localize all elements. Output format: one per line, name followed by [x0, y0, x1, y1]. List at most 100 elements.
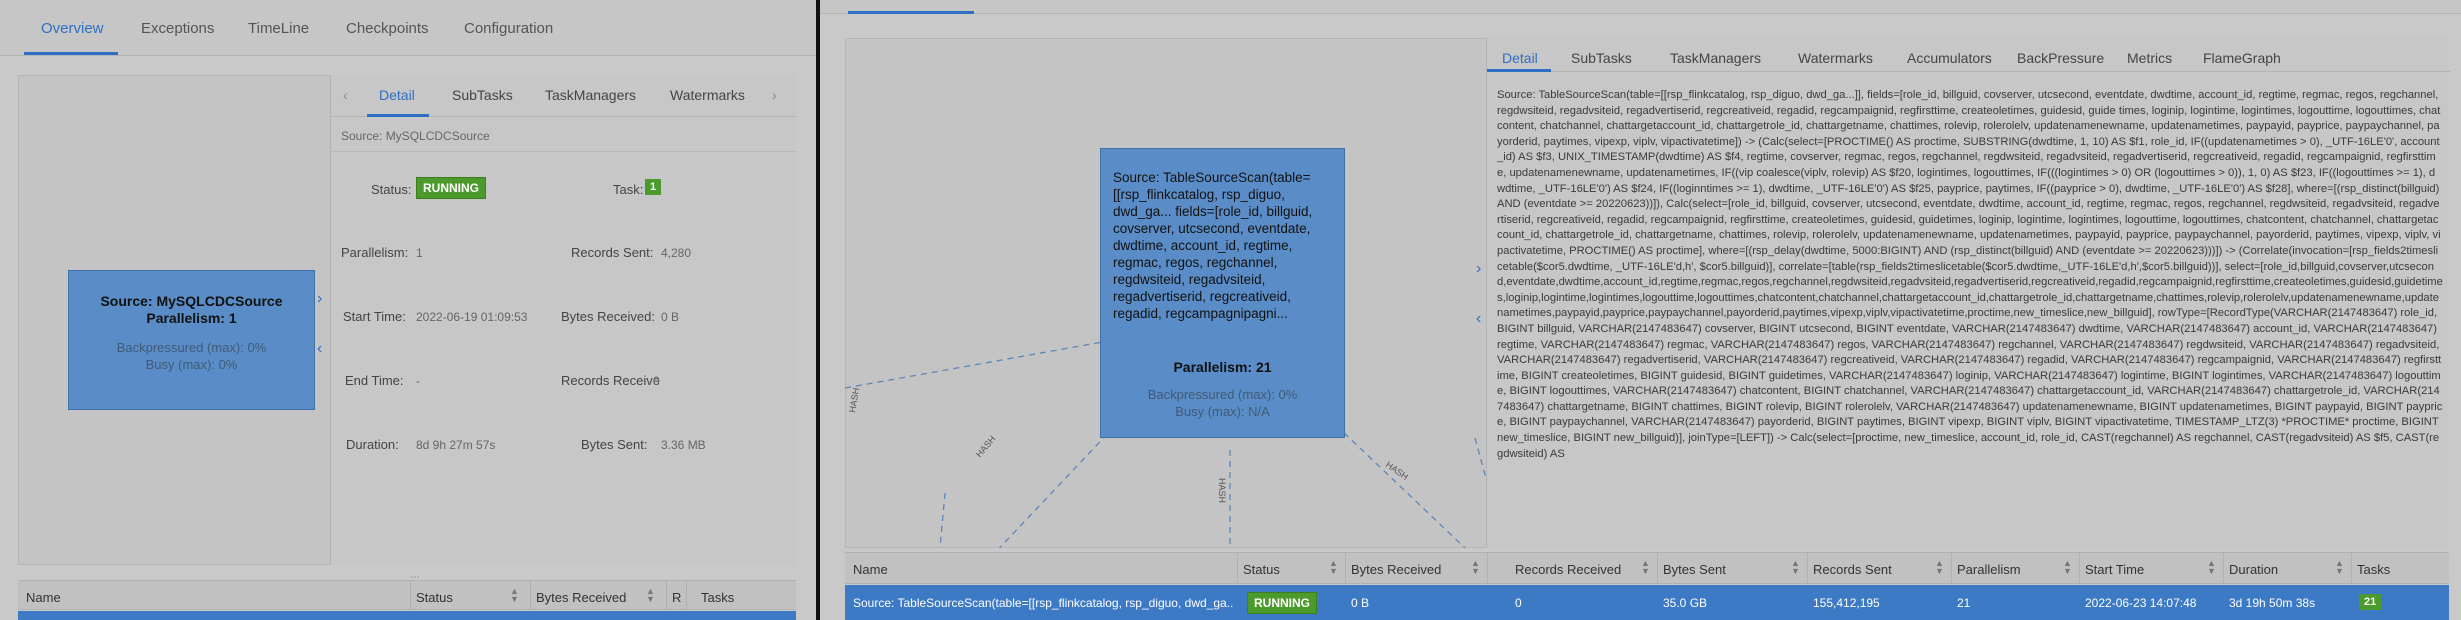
bytes-sent-label: Bytes Sent: — [581, 437, 648, 452]
col-duration[interactable]: Duration — [2229, 562, 2278, 577]
col-start-time[interactable]: Start Time — [2085, 562, 2144, 577]
tab-detail[interactable]: Detail — [1502, 50, 1538, 66]
table-row[interactable]: Source: TableSourceScan(table=[[rsp_flin… — [845, 585, 2449, 620]
end-time-value: - — [416, 374, 420, 388]
collapse-chevron-icon[interactable]: › — [317, 290, 322, 308]
active-subtab-indicator — [1487, 69, 1551, 72]
node-parallelism: Parallelism: 21 — [1173, 359, 1272, 375]
tab-flamegraph[interactable]: FlameGraph — [2203, 50, 2281, 66]
tab-taskmanagers[interactable]: TaskManagers — [1670, 50, 1761, 66]
row-bytes-sent: 35.0 GB — [1663, 596, 1708, 610]
tab-configuration[interactable]: Configuration — [464, 20, 553, 37]
col-bytes-received[interactable]: Bytes Received — [1351, 562, 1441, 577]
column-separator — [1807, 553, 1808, 583]
selected-row[interactable] — [18, 611, 796, 620]
row-duration: 3d 19h 50m 38s — [2229, 596, 2316, 610]
source-label: Source: MySQLCDCSource — [341, 129, 490, 143]
col-status[interactable]: Status — [416, 590, 453, 605]
graph-node-tablesourcescan[interactable]: Source: TableSourceScan(table=[[rsp_flin… — [1100, 148, 1345, 438]
edge-label: HASH — [974, 434, 998, 460]
sort-icon[interactable]: ▲ ▼ — [1329, 559, 1338, 576]
row-records-sent: 155,412,195 — [1813, 596, 1880, 610]
col-status[interactable]: Status — [1243, 562, 1280, 577]
row-start-time: 2022-06-23 14:07:48 — [2085, 596, 2197, 610]
graph-node-mysqlcdcsource[interactable]: Source: MySQLCDCSource Parallelism: 1 Ba… — [68, 270, 315, 410]
start-time-label: Start Time: — [343, 309, 406, 324]
col-bytes-sent[interactable]: Bytes Sent — [1663, 562, 1726, 577]
col-records-received[interactable]: R — [672, 590, 681, 605]
column-separator — [686, 581, 687, 609]
edge-label: HASH — [1217, 478, 1227, 503]
records-sent-value: 4,280 — [661, 246, 692, 260]
sort-icon[interactable]: ▲ ▼ — [2207, 559, 2216, 576]
tabs-scroll-left-icon[interactable]: ‹ — [343, 87, 348, 103]
active-tab-indicator — [848, 11, 974, 14]
tab-subtasks[interactable]: SubTasks — [452, 87, 513, 103]
column-separator — [1487, 553, 1488, 583]
collapse-chevron-icon[interactable]: › — [1476, 260, 1481, 278]
duration-value: 8d 9h 27m 57s — [416, 438, 496, 452]
col-records-sent[interactable]: Records Sent — [1813, 562, 1892, 577]
node-busy: Busy (max): N/A — [1175, 404, 1270, 419]
tasks-badge: 21 — [2359, 594, 2382, 610]
col-name[interactable]: Name — [26, 590, 61, 605]
tab-accumulators[interactable]: Accumulators — [1907, 50, 1992, 66]
sort-icon[interactable]: ▲ ▼ — [2063, 559, 2072, 576]
sort-icon[interactable]: ▲ ▼ — [646, 587, 655, 604]
col-records-received[interactable]: Records Received — [1515, 562, 1621, 577]
end-time-label: End Time: — [345, 373, 404, 388]
column-separator — [1657, 553, 1658, 583]
sort-icon[interactable]: ▲ ▼ — [1471, 559, 1480, 576]
edge-line — [845, 337, 1126, 389]
bytes-received-value: 0 B — [661, 310, 680, 324]
tab-exceptions[interactable]: Exceptions — [141, 20, 214, 37]
sort-icon[interactable]: ▲ ▼ — [1641, 559, 1650, 576]
node-title: Source: MySQLCDCSource — [100, 293, 283, 309]
row-records-received: 0 — [1515, 596, 1522, 610]
detail-tabs: ‹ Detail SubTasks TaskManagers Watermark… — [331, 75, 797, 117]
expand-chevron-icon[interactable]: ‹ — [317, 340, 322, 358]
col-parallelism[interactable]: Parallelism — [1957, 562, 2021, 577]
sort-icon[interactable]: ▲ ▼ — [510, 587, 519, 604]
column-separator — [1345, 553, 1346, 583]
column-separator — [2223, 553, 2224, 583]
col-bytes-received[interactable]: Bytes Received — [536, 590, 626, 605]
col-tasks[interactable]: Tasks — [2357, 562, 2390, 577]
expand-chevron-icon[interactable]: ‹ — [1476, 310, 1481, 328]
active-tab-indicator — [24, 52, 118, 55]
tabs-scroll-right-icon[interactable]: › — [772, 87, 777, 103]
tab-watermarks[interactable]: Watermarks — [670, 87, 745, 103]
parallelism-label: Parallelism: — [341, 245, 409, 260]
column-separator — [1237, 553, 1238, 583]
sort-icon[interactable]: ▲ ▼ — [2335, 559, 2344, 576]
bytes-sent-value: 3.36 MB — [661, 438, 706, 452]
left-window: Overview Exceptions TimeLine Checkpoints… — [0, 0, 816, 620]
detail-drawer: Detail SubTasks TaskManagers Watermarks … — [1486, 38, 2450, 548]
col-tasks[interactable]: Tasks — [701, 590, 734, 605]
column-separator — [2351, 553, 2352, 583]
tab-watermarks[interactable]: Watermarks — [1798, 50, 1873, 66]
sort-icon[interactable]: ▲ ▼ — [1791, 559, 1800, 576]
tab-checkpoints[interactable]: Checkpoints — [346, 20, 429, 37]
vertices-table-header: Name Status ▲ ▼ Bytes Received ▲ ▼ R Tasks — [18, 580, 796, 610]
tab-timeline[interactable]: TimeLine — [248, 20, 309, 37]
node-backpressured: Backpressured (max): 0% — [116, 340, 267, 355]
tab-metrics[interactable]: Metrics — [2127, 50, 2172, 66]
node-title: Source: TableSourceScan(table=[[rsp_flin… — [1113, 170, 1313, 321]
tab-backpressure[interactable]: BackPressure — [2017, 50, 2104, 66]
sort-icon[interactable]: ▲ ▼ — [1935, 559, 1944, 576]
column-separator — [1951, 553, 1952, 583]
tab-taskmanagers[interactable]: TaskManagers — [545, 87, 636, 103]
node-parallelism: Parallelism: 1 — [146, 310, 237, 326]
top-nav-strip — [820, 0, 2461, 14]
task-label: Task: — [613, 182, 644, 197]
records-sent-label: Records Sent: — [571, 245, 654, 260]
node-busy: Busy (max): 0% — [145, 357, 238, 372]
tab-subtasks[interactable]: SubTasks — [1571, 50, 1632, 66]
vertices-table-header: Name Status ▲ ▼ Bytes Received ▲ ▼ Records… — [845, 552, 2449, 584]
row-name[interactable]: Source: TableSourceScan(table=[[rsp_flin… — [853, 596, 1233, 610]
col-name[interactable]: Name — [853, 562, 888, 577]
tab-detail[interactable]: Detail — [379, 87, 415, 103]
tab-overview[interactable]: Overview — [41, 20, 104, 37]
active-subtab-indicator — [367, 114, 429, 117]
